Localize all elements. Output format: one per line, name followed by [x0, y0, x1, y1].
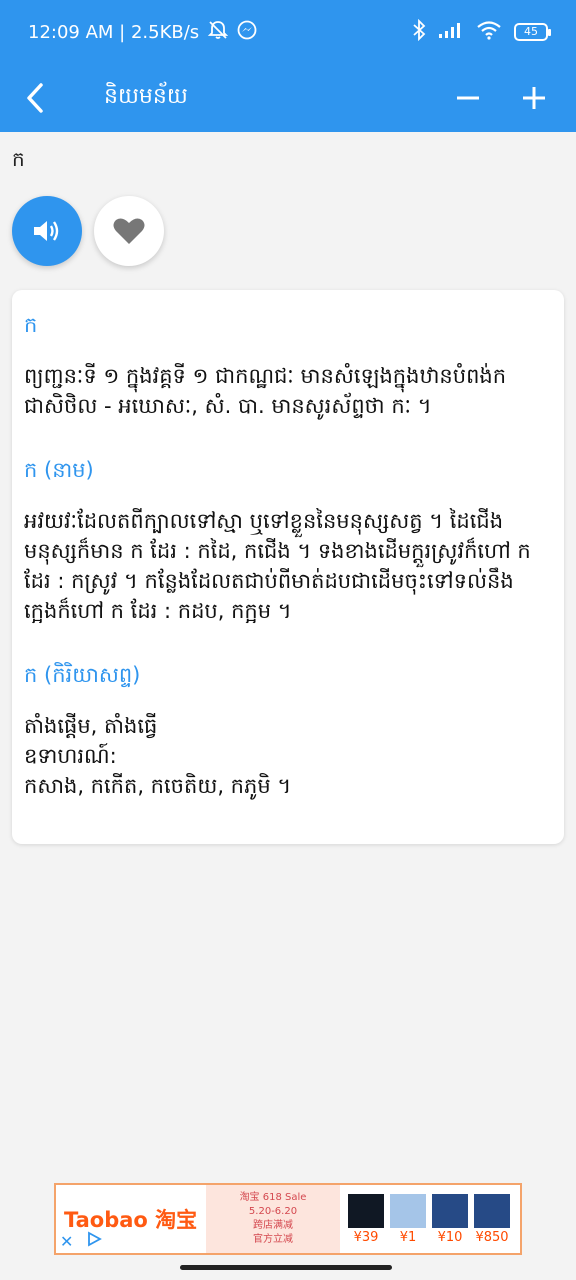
entry-line: ឧទាហរណ៍: [24, 744, 117, 768]
entry-line: កសាង, កកើត, កចេតិយ, កភូមិ ។ [24, 774, 292, 798]
definition-card: ក ព្យញ្ជនៈទី ១ ក្នុងវគ្គទី ១ ជាកណ្ឋជៈ មា… [12, 290, 564, 844]
back-button[interactable] [0, 64, 70, 132]
status-time: 12:09 AM | 2.5KB/s [28, 21, 200, 43]
ad-price: ¥850 [475, 1229, 509, 1245]
entry-title: ក (នាម) [24, 458, 94, 482]
entry-title: ក [24, 313, 38, 337]
entry-line: មនុស្សក៏មាន ក ដែរ : កដៃ, កជើង ។ ទងខាងដើម… [24, 539, 531, 563]
ad-banner[interactable]: Taobao 淘宝 淘宝 618 Sale 5.20-6.20 跨店满减 官方立… [54, 1183, 522, 1255]
heart-icon [113, 218, 145, 244]
wifi-icon [476, 20, 502, 45]
entry: ក (កិរិយាសព្ទ) តាំងផ្ដើម, តាំងធ្វើ ឧទាហរ… [24, 662, 552, 801]
mute-icon [207, 20, 229, 45]
ad-promo-title: 淘宝 618 Sale [239, 1192, 307, 1203]
zoom-in-button[interactable] [516, 78, 552, 118]
ad-product[interactable]: ¥1 [390, 1193, 426, 1245]
adchoices-icon[interactable] [86, 1231, 102, 1251]
headword: ក [12, 147, 25, 171]
ad-promo: 淘宝 618 Sale 5.20-6.20 跨店满减 官方立减 [206, 1185, 340, 1253]
zoom-out-button[interactable] [450, 78, 486, 118]
ad-promo-dates: 5.20-6.20 [248, 1206, 298, 1217]
favorite-button[interactable] [94, 196, 164, 266]
entry-line: តាំងផ្ដើម, តាំងធ្វើ [24, 714, 158, 738]
entry-line: ក្អេងក៏ហៅ ក ដែរ : កដប, កក្អម ។ [24, 599, 292, 623]
ad-price: ¥10 [437, 1229, 463, 1245]
ad-product[interactable]: ¥39 [348, 1193, 384, 1245]
plus-icon [523, 87, 545, 109]
ad-price: ¥39 [353, 1229, 379, 1245]
entry-line: អវយវៈដែលតពីក្បាលទៅស្មា ឬទៅខ្លួននៃមនុស្សស… [24, 509, 504, 533]
navigation-handle[interactable] [180, 1265, 392, 1270]
entry-title: ក (កិរិយាសព្ទ) [24, 663, 141, 687]
ad-product[interactable]: ¥10 [432, 1193, 468, 1245]
bluetooth-icon [412, 18, 426, 46]
ad-product[interactable]: ¥850 [474, 1193, 510, 1245]
entry-line: ព្យញ្ជនៈទី ១ ក្នុងវគ្គទី ១ ជាកណ្ឋជៈ មានស… [24, 364, 507, 388]
entry: ក (នាម) អវយវៈដែលតពីក្បាលទៅស្មា ឬទៅខ្លួនន… [24, 457, 552, 626]
entry: ក ព្យញ្ជនៈទី ១ ក្នុងវគ្គទី ១ ជាកណ្ឋជៈ មា… [24, 312, 552, 421]
app-bar: និយមន័យ [0, 64, 576, 132]
ad-products: ¥39 ¥1 ¥10 ¥850 [340, 1193, 510, 1245]
minus-icon [457, 96, 479, 100]
close-icon[interactable]: ✕ [60, 1232, 73, 1251]
ad-price: ¥1 [399, 1229, 417, 1245]
battery-icon: 45 [514, 23, 551, 41]
ad-promo-line: 官方立减 [253, 1234, 293, 1245]
page-title: និយមន័យ [104, 84, 188, 109]
status-bar: 12:09 AM | 2.5KB/s 45 [0, 0, 576, 64]
ad-promo-line: 跨店满减 [253, 1220, 293, 1231]
speaker-icon [34, 221, 59, 241]
chevron-left-icon [27, 83, 43, 113]
ad-logo: Taobao 淘宝 [64, 1208, 198, 1232]
entry-line: ដែរ : កស្រូវ ។ កន្លែងដែលតជាប់ពីមាត់ដបជាដ… [24, 569, 514, 593]
entry-line: ជាសិថិល - អឃោសៈ, សំ. បា. មានសូរស័ព្ទថា ក… [24, 394, 432, 418]
messenger-icon [237, 20, 257, 45]
signal-icon [438, 21, 464, 44]
speak-button[interactable] [12, 196, 82, 266]
